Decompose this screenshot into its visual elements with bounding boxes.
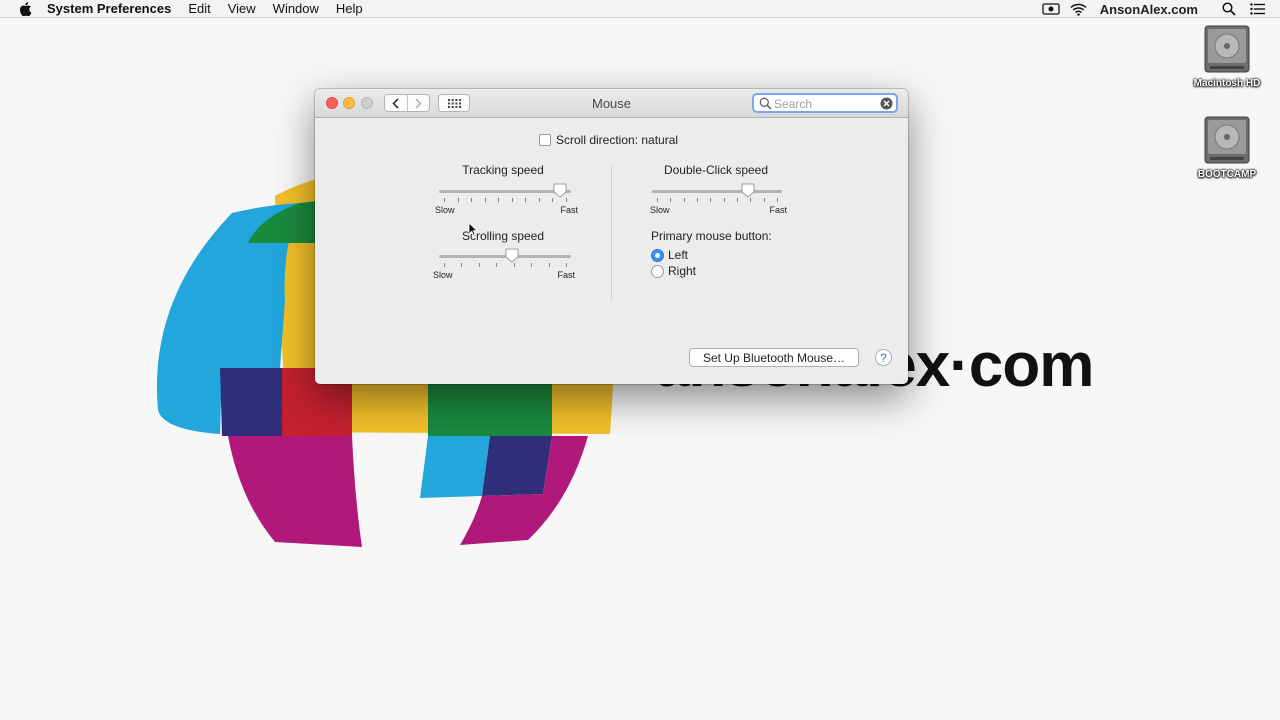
slider-tick: [457, 198, 459, 202]
slider-tick: [496, 263, 498, 267]
slider-min-label: Slow: [433, 270, 453, 280]
slider-max-label: Fast: [560, 205, 578, 215]
slider-tick: [525, 198, 527, 202]
radio-left[interactable]: [651, 248, 664, 262]
slider-tick: [723, 198, 725, 202]
double-click-speed-label: Double-Click speed: [663, 163, 769, 177]
setup-bluetooth-mouse-button[interactable]: Set Up Bluetooth Mouse…: [689, 348, 859, 367]
slider-thumb[interactable]: [505, 248, 519, 263]
desktop-icon-bootcamp[interactable]: BOOTCAMP: [1182, 113, 1272, 180]
radio-option-left[interactable]: Left: [651, 248, 688, 262]
slider-tick: [777, 198, 778, 202]
scrolling-speed-label: Scrolling speed: [461, 229, 545, 243]
slider-tick: [511, 198, 513, 202]
slider-thumb[interactable]: [553, 183, 567, 198]
slider-tick: [763, 198, 765, 202]
radio-left-label: Left: [668, 248, 689, 262]
mouse-cursor-icon: [468, 222, 478, 236]
scrolling-speed-slider[interactable]: Slow Fast: [433, 248, 575, 280]
slider-tick: [566, 198, 567, 202]
scroll-direction-label: Scroll direction: natural: [556, 133, 679, 147]
slider-min-label: Slow: [650, 205, 670, 215]
radio-right-label: Right: [668, 264, 697, 278]
section-divider: [611, 165, 612, 300]
logo-blue-bottom: [420, 436, 490, 498]
logo-magenta-left: [228, 436, 362, 547]
slider-thumb[interactable]: [741, 183, 755, 198]
slider-tick: [444, 198, 445, 202]
slider-tick: [478, 263, 480, 267]
slider-tick: [750, 198, 752, 202]
slider-track: [439, 190, 571, 193]
search-input[interactable]: [774, 96, 878, 111]
search-field: [752, 93, 898, 113]
clear-search-icon[interactable]: [880, 97, 893, 110]
radio-option-right[interactable]: Right: [651, 264, 696, 278]
slider-tick: [531, 263, 533, 267]
desktop-icon-label: Macintosh HD: [1193, 78, 1261, 89]
search-icon: [759, 97, 772, 110]
window-titlebar[interactable]: Mouse: [315, 89, 908, 118]
slider-tick: [461, 263, 463, 267]
slider-tick: [657, 198, 658, 202]
slider-tick: [484, 198, 486, 202]
double-click-speed-slider[interactable]: Slow Fast: [650, 183, 787, 215]
desktop-icon-macintosh-hd[interactable]: Macintosh HD: [1182, 22, 1272, 89]
slider-tick: [498, 198, 500, 202]
hard-drive-icon: [1204, 25, 1250, 73]
slider-tick: [697, 198, 698, 202]
slider-min-label: Slow: [435, 205, 455, 215]
window-content: Scroll direction: natural Tracking speed…: [315, 119, 908, 384]
slider-max-label: Fast: [557, 270, 575, 280]
scroll-direction-option[interactable]: Scroll direction: natural: [539, 133, 678, 147]
slider-max-label: Fast: [769, 205, 787, 215]
logo-navy-left: [220, 368, 282, 436]
tracking-speed-label: Tracking speed: [462, 163, 544, 177]
slider-tick: [471, 198, 473, 202]
slider-tick: [548, 263, 550, 267]
logo-navy-bottom: [482, 436, 552, 496]
slider-tick: [444, 263, 445, 267]
desktop-icon-label: BOOTCAMP: [1197, 169, 1257, 180]
slider-tick: [683, 198, 685, 202]
slider-tick: [538, 198, 540, 202]
slider-track: [652, 190, 782, 193]
mouse-preferences-window: Mouse Scroll direction: natural Tracking…: [315, 89, 908, 384]
slider-tick: [513, 263, 515, 267]
slider-tick: [670, 198, 672, 202]
hard-drive-icon: [1204, 116, 1250, 164]
tracking-speed-slider[interactable]: Slow Fast: [435, 183, 578, 215]
slider-tick: [552, 198, 554, 202]
radio-right[interactable]: [651, 264, 664, 278]
scroll-direction-checkbox[interactable]: [539, 134, 551, 146]
slider-tick: [737, 198, 738, 202]
help-button[interactable]: ?: [875, 349, 892, 366]
slider-tick: [710, 198, 712, 202]
slider-tick: [566, 263, 567, 267]
primary-mouse-button-label: Primary mouse button:: [651, 229, 772, 243]
